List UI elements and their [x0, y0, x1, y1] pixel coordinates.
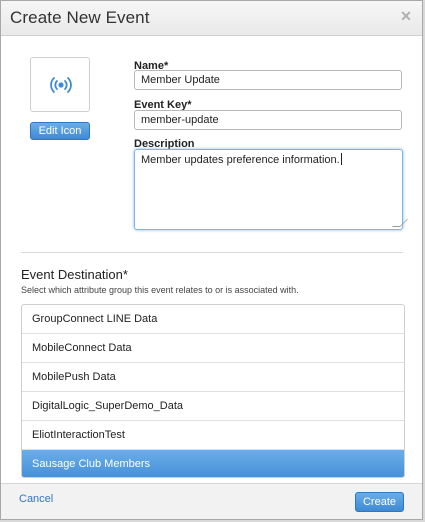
dialog-header: Create New Event ✕ [1, 1, 422, 36]
list-item-selected[interactable]: Sausage Club Members [22, 450, 404, 477]
event-key-input[interactable] [134, 110, 402, 130]
cancel-button[interactable]: Cancel [19, 493, 53, 505]
section-divider [21, 252, 403, 253]
name-input[interactable] [134, 70, 402, 90]
create-button[interactable]: Create [355, 492, 404, 512]
dialog-footer: Cancel Create [1, 483, 422, 519]
list-item[interactable]: MobilePush Data [22, 363, 404, 392]
create-event-dialog: Create New Event ✕ Edit Icon Name* Event… [0, 0, 423, 520]
destination-list: GroupConnect LINE Data MobileConnect Dat… [21, 304, 405, 478]
broadcast-icon [50, 77, 72, 93]
list-item[interactable]: GroupConnect LINE Data [22, 305, 404, 334]
description-textarea[interactable]: Member updates preference information. [134, 149, 408, 230]
resize-handle[interactable] [392, 219, 408, 227]
list-item[interactable]: MobileConnect Data [22, 334, 404, 363]
list-item[interactable]: DigitalLogic_SuperDemo_Data [22, 392, 404, 421]
close-icon[interactable]: ✕ [400, 9, 412, 23]
edit-icon-button[interactable]: Edit Icon [30, 122, 90, 140]
dialog-title: Create New Event [10, 8, 150, 27]
description-text: Member updates preference information. [141, 154, 340, 166]
list-item[interactable]: EliotInteractionTest [22, 421, 404, 450]
event-icon-preview [30, 57, 90, 112]
event-destination-title: Event Destination* [21, 267, 128, 282]
event-destination-help: Select which attribute group this event … [21, 285, 299, 295]
text-caret [340, 153, 342, 165]
